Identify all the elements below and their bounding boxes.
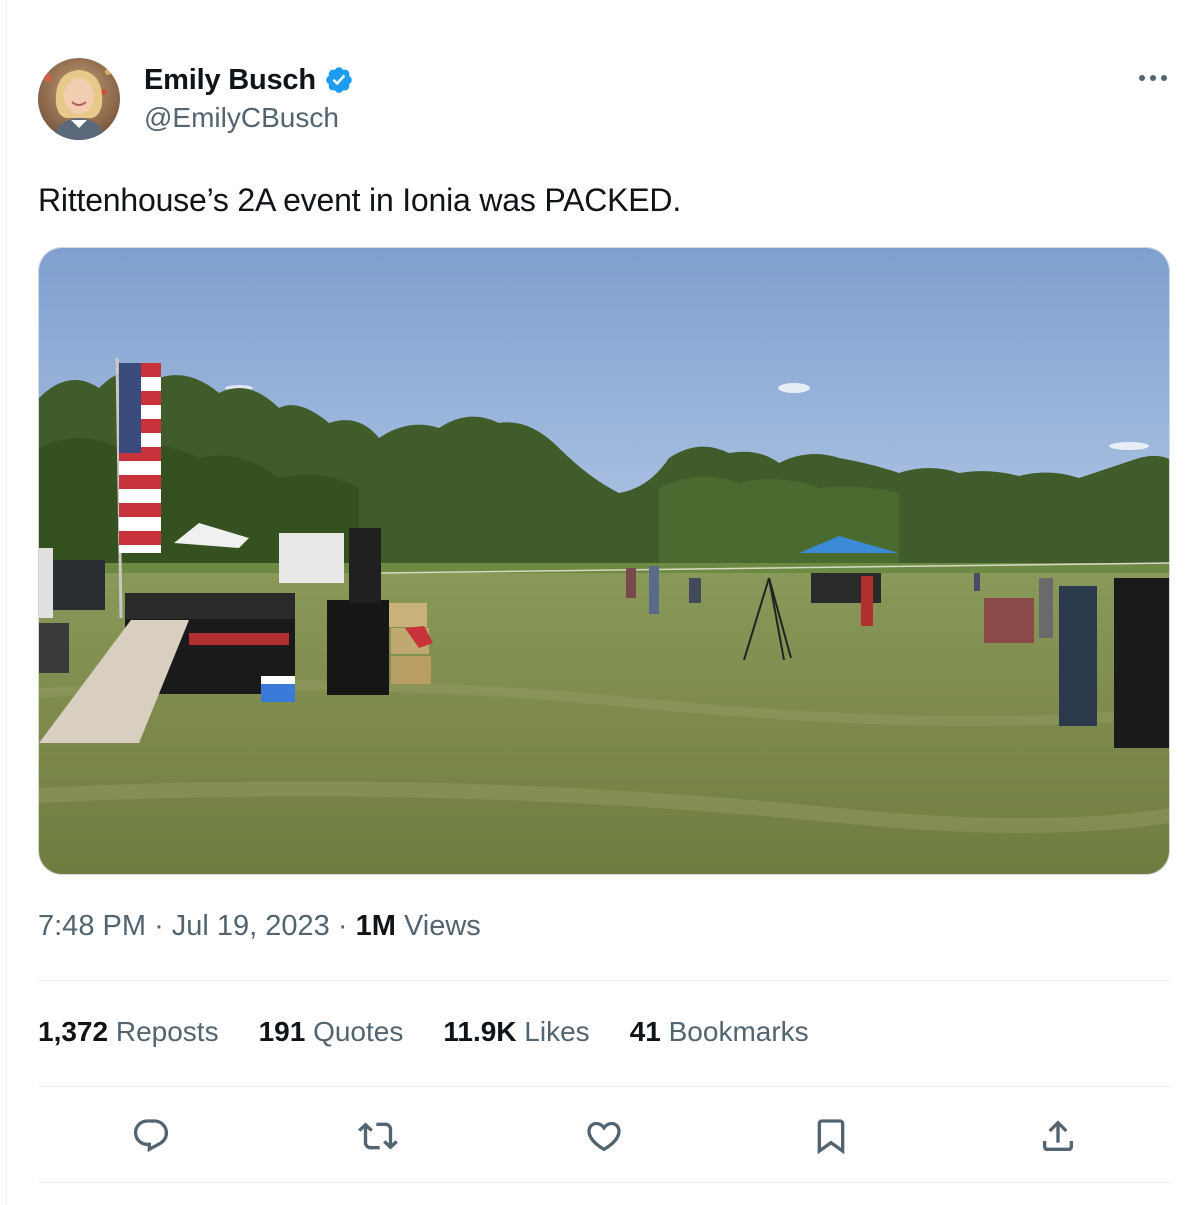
- tweet-meta: 7:48 PM · Jul 19, 2023 · 1M Views: [38, 910, 481, 943]
- divider: [38, 1182, 1171, 1183]
- avatar[interactable]: [38, 58, 120, 140]
- tweet-media-image[interactable]: [38, 247, 1170, 875]
- stat-label: Likes: [516, 1016, 590, 1047]
- stat-count: 11.9K: [443, 1016, 517, 1047]
- tweet-stats: 1,372 Reposts 191 Quotes 11.9K Likes 41 …: [38, 1016, 849, 1048]
- reposts-stat[interactable]: 1,372 Reposts: [38, 1016, 219, 1048]
- share-button[interactable]: [1030, 1108, 1086, 1164]
- divider: [38, 1086, 1171, 1087]
- bookmark-button[interactable]: [803, 1108, 859, 1164]
- divider: [38, 980, 1171, 981]
- bookmarks-stat[interactable]: 41 Bookmarks: [630, 1016, 809, 1048]
- dot: [1139, 75, 1145, 81]
- display-name[interactable]: Emily Busch: [144, 64, 316, 97]
- likes-stat[interactable]: 11.9K Likes: [443, 1016, 589, 1048]
- reply-icon: [134, 1119, 169, 1153]
- meta-separator: ·: [337, 910, 348, 942]
- stat-count: 41: [629, 1016, 661, 1047]
- heart-icon: [587, 1121, 622, 1152]
- author-names: Emily Busch @EmilyCBusch: [144, 62, 354, 134]
- tweet-header: Emily Busch @EmilyCBusch: [38, 58, 1173, 140]
- tweet-date[interactable]: Jul 19, 2023: [172, 910, 330, 942]
- repost-button[interactable]: [350, 1108, 406, 1164]
- verified-badge-icon[interactable]: [324, 65, 354, 95]
- stat-count: 1,372: [38, 1016, 109, 1047]
- tweet-text: Rittenhouse’s 2A event in Ionia was PACK…: [38, 182, 682, 218]
- dot: [1150, 75, 1156, 81]
- more-dots-icon[interactable]: [1133, 66, 1173, 90]
- stat-label: Quotes: [305, 1016, 404, 1047]
- action-bar: [38, 1108, 1171, 1164]
- views-count: 1M: [355, 910, 396, 942]
- left-border: [6, 0, 7, 1205]
- meta-separator: ·: [154, 910, 164, 942]
- like-button[interactable]: [576, 1108, 632, 1164]
- share-icon: [1042, 1120, 1073, 1151]
- bookmark-icon: [817, 1119, 845, 1155]
- stat-count: 191: [258, 1016, 306, 1047]
- quotes-stat[interactable]: 191 Quotes: [259, 1016, 404, 1048]
- dot: [1161, 75, 1167, 81]
- reply-button[interactable]: [123, 1108, 179, 1164]
- views-label: Views: [395, 910, 481, 942]
- tweet-time[interactable]: 7:48 PM: [38, 910, 146, 942]
- stat-label: Reposts: [108, 1016, 219, 1047]
- stat-label: Bookmarks: [660, 1016, 809, 1047]
- repost-icon: [358, 1122, 398, 1150]
- author-handle[interactable]: @EmilyCBusch: [144, 102, 354, 134]
